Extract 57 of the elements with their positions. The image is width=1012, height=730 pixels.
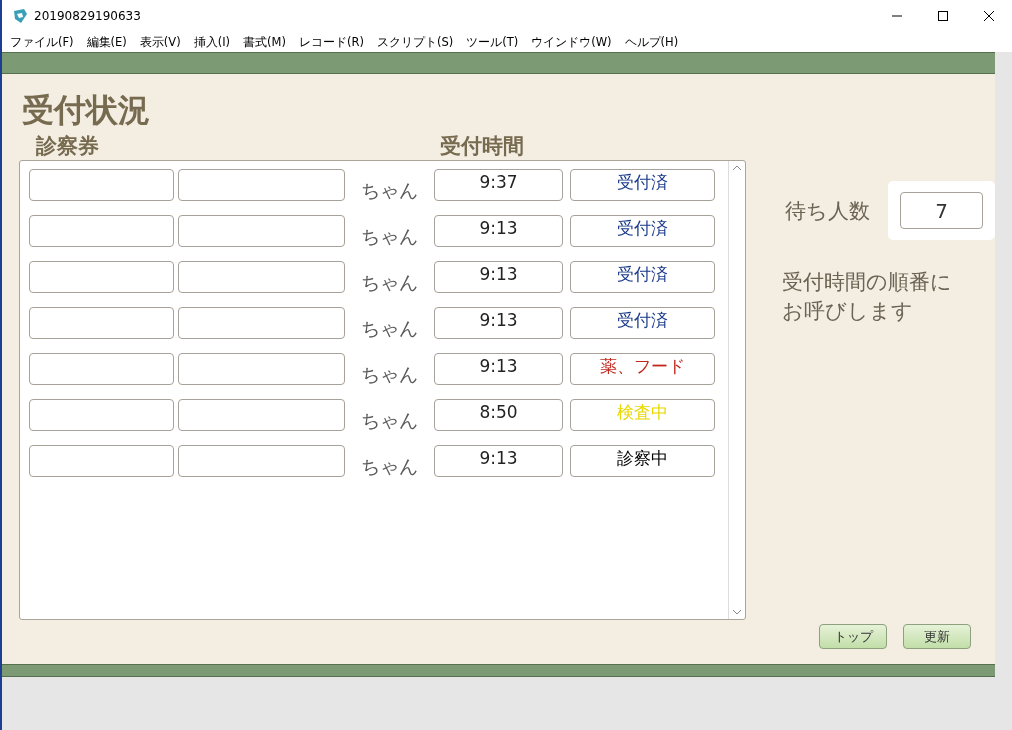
card-number-field[interactable]: [29, 445, 174, 477]
name-field[interactable]: [178, 445, 345, 477]
name-suffix: ちゃん: [360, 270, 419, 295]
time-field[interactable]: 9:13: [434, 353, 563, 385]
menu-item[interactable]: 編集(E): [86, 34, 127, 50]
page-heading: 受付状況: [21, 90, 151, 130]
name-suffix: ちゃん: [360, 362, 419, 387]
name-field[interactable]: [178, 261, 345, 293]
status-field[interactable]: 薬、フード: [570, 353, 715, 385]
card-number-field[interactable]: [29, 169, 174, 201]
name-field[interactable]: [178, 215, 345, 247]
name-suffix: ちゃん: [360, 224, 419, 249]
time-field[interactable]: 9:13: [434, 307, 563, 339]
time-field[interactable]: 9:13: [434, 261, 563, 293]
time-field[interactable]: 9:37: [434, 169, 563, 201]
card-number-field[interactable]: [29, 307, 174, 339]
menu-item[interactable]: ヘルプ(H): [624, 34, 679, 50]
name-field[interactable]: [178, 399, 345, 431]
column-header: 受付時間: [440, 133, 524, 160]
name-field[interactable]: [178, 307, 345, 339]
name-suffix: ちゃん: [360, 454, 419, 479]
menu-item[interactable]: スクリプト(S): [376, 34, 454, 50]
card-number-field[interactable]: [29, 215, 174, 247]
name-field[interactable]: [178, 353, 345, 385]
window-title: 20190829190633: [34, 9, 141, 23]
waiting-count-field[interactable]: 7: [900, 192, 983, 229]
action-button[interactable]: トップ: [819, 624, 887, 649]
name-suffix: ちゃん: [360, 408, 419, 433]
status-field[interactable]: 診察中: [570, 445, 715, 477]
name-suffix: ちゃん: [360, 316, 419, 341]
menu-item[interactable]: 書式(M): [243, 34, 286, 50]
time-field[interactable]: 8:50: [434, 399, 563, 431]
notice-text: お呼びします: [782, 298, 913, 325]
menu-item[interactable]: ウインドウ(W): [531, 34, 612, 50]
menu-item[interactable]: 表示(V): [139, 34, 181, 50]
time-field[interactable]: 9:13: [434, 445, 563, 477]
scroll-down-icon[interactable]: [732, 609, 742, 615]
name-field[interactable]: [178, 169, 345, 201]
waiting-count-label: 待ち人数: [785, 197, 870, 225]
status-field[interactable]: 受付済: [570, 261, 715, 293]
card-number-field[interactable]: [29, 399, 174, 431]
column-header: 診察券: [36, 133, 99, 160]
status-field[interactable]: 受付済: [570, 215, 715, 247]
time-field[interactable]: 9:13: [434, 215, 563, 247]
status-field[interactable]: 受付済: [570, 169, 715, 201]
scroll-up-icon[interactable]: [732, 165, 742, 171]
card-number-field[interactable]: [29, 261, 174, 293]
card-number-field[interactable]: [29, 353, 174, 385]
status-field[interactable]: 受付済: [570, 307, 715, 339]
name-suffix: ちゃん: [360, 178, 419, 203]
menu-item[interactable]: ツール(T): [466, 34, 519, 50]
app-icon: [12, 8, 28, 24]
action-button[interactable]: 更新: [903, 624, 971, 649]
menu-item[interactable]: ファイル(F): [10, 34, 74, 50]
menu-item[interactable]: 挿入(I): [193, 34, 231, 50]
menu-item[interactable]: レコード(R): [298, 34, 364, 50]
notice-text: 受付時間の順番に: [782, 269, 952, 296]
